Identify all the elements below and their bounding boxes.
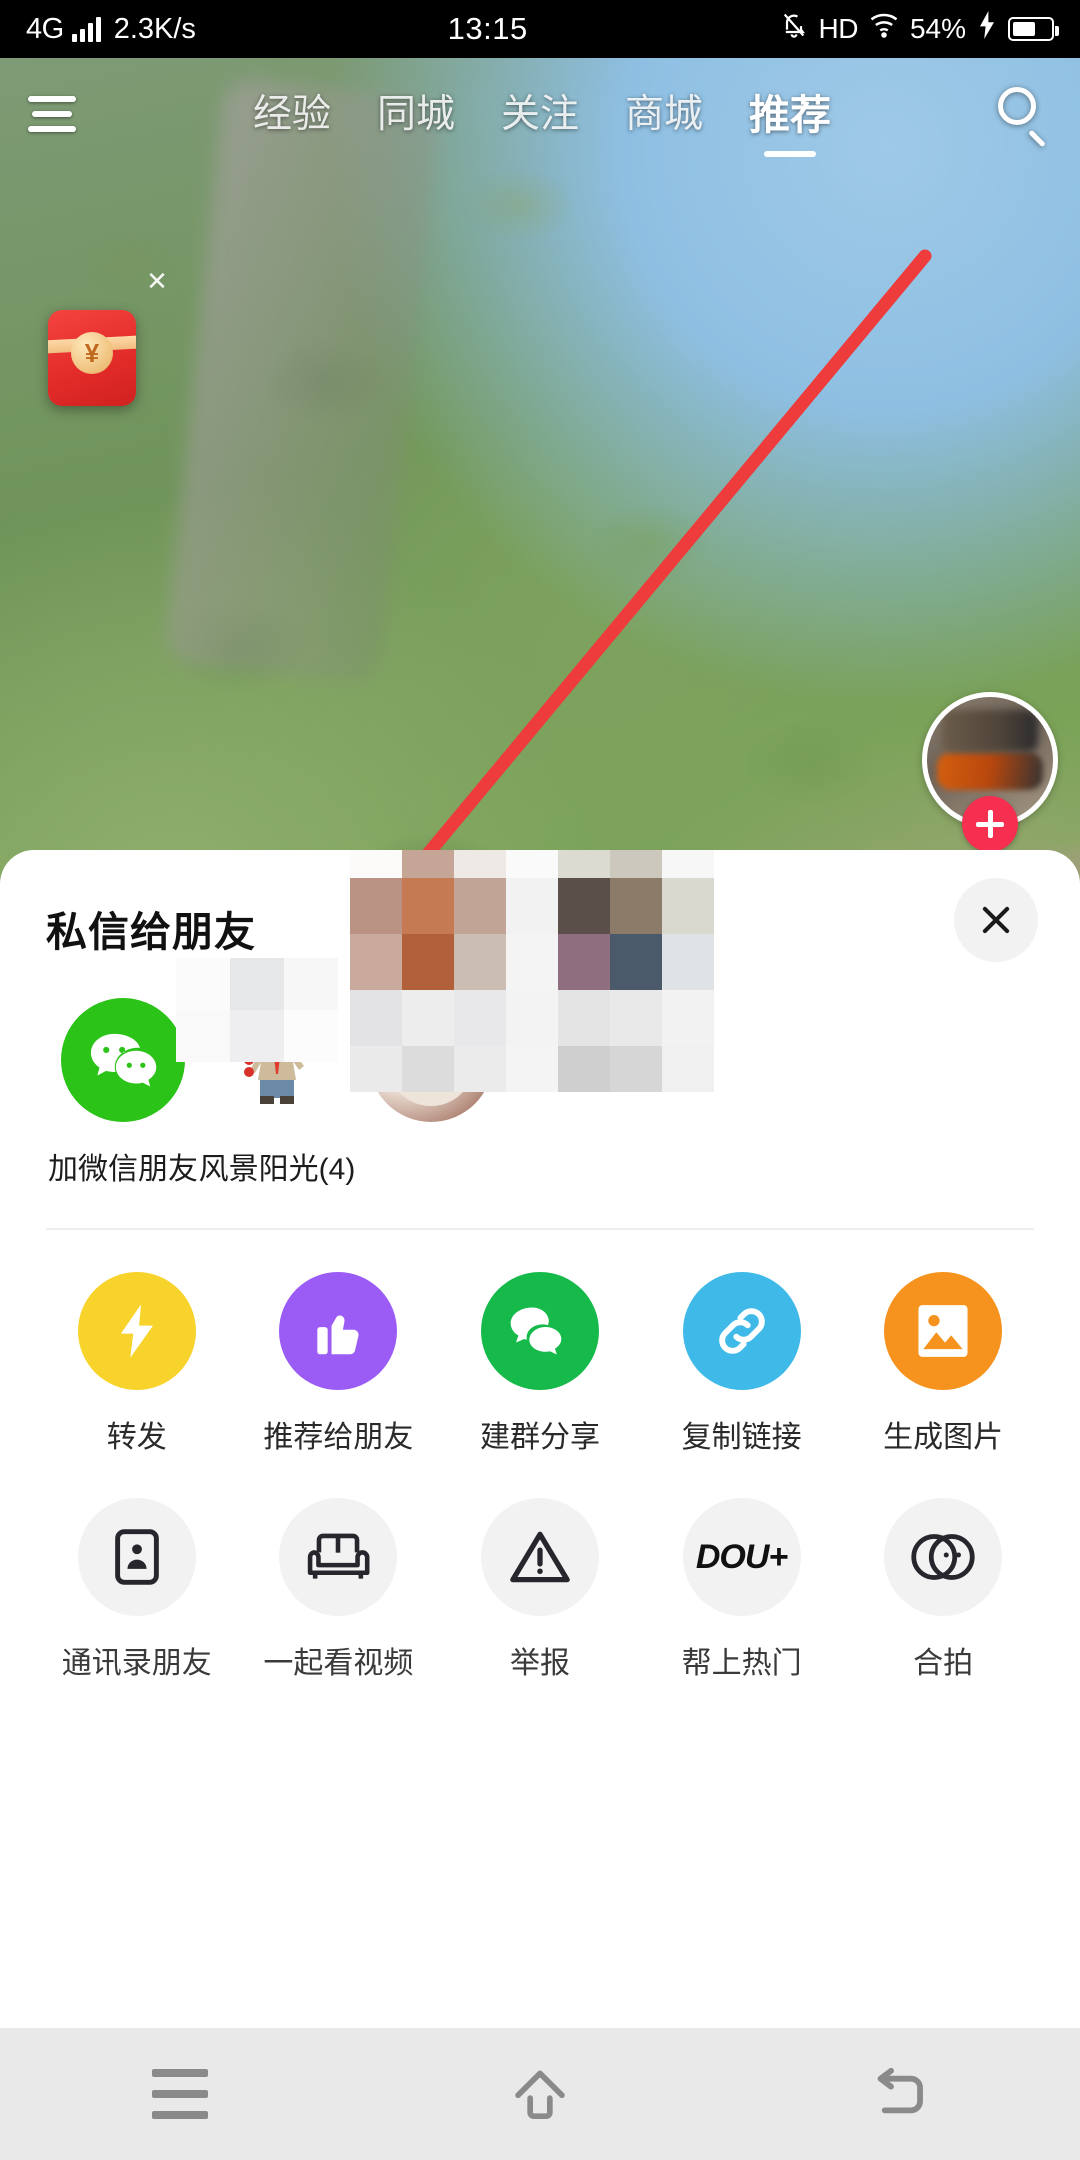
action-label: 合拍 [913,1647,974,1680]
chat-bubbles-icon [480,1272,599,1390]
thumbs-up-icon [279,1272,398,1390]
status-bar-right: HD 54% [780,10,1059,48]
follow-button[interactable] [962,796,1018,852]
status-bar-center: 13:15 [196,11,780,47]
mosaic-row [350,934,714,990]
mosaic-row [350,990,714,1046]
friends-row: 加微信朋友 风景阳光(4) [0,850,1080,1188]
mosaic-row [176,958,338,1010]
hd-label: HD [818,13,859,44]
duet-circles-icon [884,1498,1003,1616]
action-dou-plus[interactable]: DOU+ 帮上热门 [641,1498,843,1682]
charging-bolt-icon [977,11,997,47]
tab-jingyan[interactable]: 经验 [253,83,331,145]
action-label: 建群分享 [479,1421,600,1454]
action-copy-link[interactable]: 复制链接 [641,1272,843,1456]
action-label: 生成图片 [883,1421,1004,1454]
action-generate-image[interactable]: 生成图片 [842,1272,1044,1456]
action-label: 通讯录朋友 [61,1647,212,1680]
action-report[interactable]: 举报 [439,1498,641,1682]
clock-label: 13:15 [447,11,528,46]
wechat-icon [61,998,185,1122]
status-bar-left: 4G 2.3K/s [26,13,196,46]
red-packet-coin: ¥ [71,332,113,374]
tab-guanzhu[interactable]: 关注 [501,83,579,145]
action-label: 帮上热门 [681,1647,802,1680]
image-icon [884,1272,1003,1390]
home-icon[interactable] [360,2028,720,2160]
wifi-icon [869,12,899,46]
android-nav-bar [0,2028,1080,2160]
action-recommend-friend[interactable]: 推荐给朋友 [238,1272,440,1456]
dou-plus-icon: DOU+ [682,1498,801,1616]
friend-label: 风景阳光(4) [198,1153,356,1186]
lightning-icon [77,1272,196,1390]
mosaic-row [176,1010,338,1062]
action-contacts-friend[interactable]: 通讯录朋友 [36,1498,238,1682]
action-forward[interactable]: 转发 [36,1272,238,1456]
action-row-primary: 转发 推荐给朋友 建群分享 复制链接 生成图片 [0,1272,1080,1456]
action-duet[interactable]: 合拍 [842,1498,1044,1682]
share-sheet: 私信给朋友 加微信朋友 风景阳光(4) 转发 推荐给朋友 建群分享 复制链接 生… [0,850,1080,2028]
action-create-group[interactable]: 建群分享 [439,1272,641,1456]
mute-bell-icon [780,10,808,48]
battery-icon [1008,17,1059,41]
recents-icon[interactable] [0,2028,360,2160]
friend-label: 加微信朋友 [48,1153,198,1186]
tab-bar: 经验 同城 关注 商城 推荐 [102,81,982,147]
censored-region-cat [176,958,338,1062]
author-avatar[interactable] [922,692,1058,852]
tab-tongcheng[interactable]: 同城 [377,83,455,145]
red-packet-widget[interactable]: ✕ ¥ [48,266,168,406]
back-icon[interactable] [720,2028,1080,2160]
search-icon[interactable] [994,85,1052,143]
sheet-divider [46,1228,1034,1230]
action-label: 转发 [106,1421,167,1454]
link-icon [682,1272,801,1390]
action-label: 复制链接 [681,1421,802,1454]
action-label: 推荐给朋友 [263,1421,414,1454]
network-type-label: 4G [26,12,64,45]
mosaic-row [350,850,714,878]
contact-card-icon [77,1498,196,1616]
action-label: 一起看视频 [263,1647,414,1680]
red-packet-icon: ¥ [48,310,136,406]
battery-percent-label: 54% [909,13,966,44]
mosaic-row [350,1046,714,1092]
signal-bars-icon [71,16,101,42]
phone-screen: 4G 2.3K/s 13:15 HD 54% 经验 同城 关注 商城 推荐 ✕ … [0,0,1080,2160]
share-sheet-title: 私信给朋友 [46,909,256,955]
network-speed-label: 2.3K/s [113,12,196,45]
close-icon[interactable] [954,878,1038,962]
mosaic-row [350,878,714,934]
top-navigation-bar: 经验 同城 关注 商城 推荐 [0,58,1080,170]
tab-tuijian[interactable]: 推荐 [749,81,831,147]
sofa-icon [279,1498,398,1616]
warning-triangle-icon [480,1498,599,1616]
tab-shangcheng[interactable]: 商城 [625,83,703,145]
censored-region [350,850,714,1092]
red-packet-close-icon[interactable]: ✕ [142,266,172,296]
hamburger-icon[interactable] [28,96,80,132]
action-label: 举报 [509,1647,570,1680]
status-bar: 4G 2.3K/s 13:15 HD 54% [0,0,1080,58]
dou-plus-logo-text: DOU+ [695,1537,788,1576]
action-row-secondary: 通讯录朋友 一起看视频 举报 DOU+ 帮上热门 合拍 [0,1498,1080,1682]
action-watch-together[interactable]: 一起看视频 [238,1498,440,1682]
